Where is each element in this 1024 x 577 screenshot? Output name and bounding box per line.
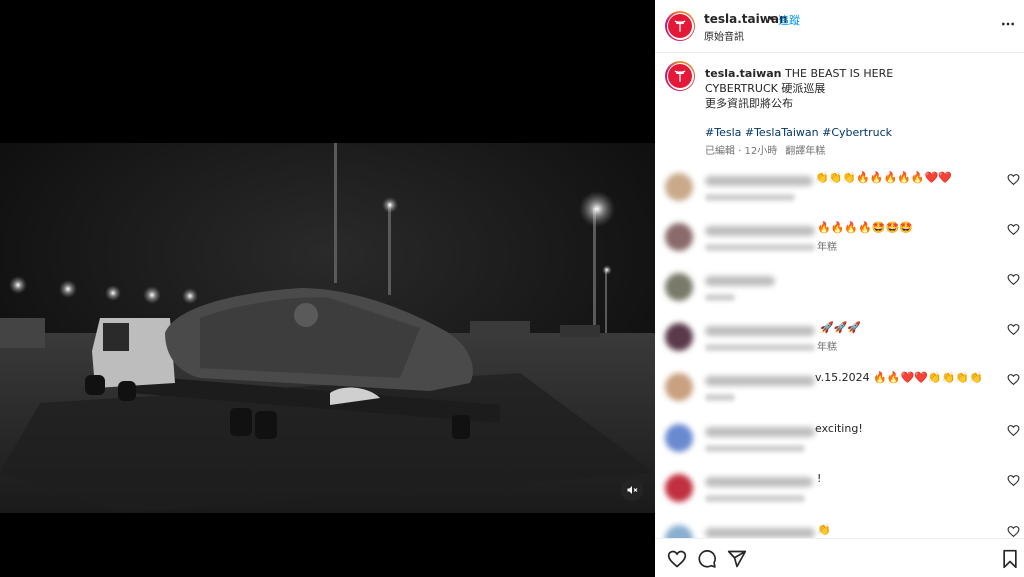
commenter-avatar[interactable] — [665, 323, 693, 351]
heart-icon[interactable] — [1007, 273, 1020, 286]
caption-meta: 已編輯 · 12小時 翻譯年糕 — [705, 142, 825, 157]
share-icon[interactable] — [727, 549, 747, 569]
caption-line-1: THE BEAST IS HERE — [785, 67, 894, 80]
header-avatar[interactable] — [665, 11, 695, 41]
media-area — [0, 0, 655, 576]
heart-icon[interactable] — [1007, 223, 1020, 236]
commenter-avatar[interactable] — [665, 474, 693, 502]
blurred-username — [705, 376, 815, 386]
more-options-icon[interactable] — [1000, 16, 1016, 32]
caption-hashtags[interactable]: #Tesla #TeslaTaiwan #Cybertruck — [705, 125, 1005, 140]
blurred-meta — [705, 294, 735, 301]
blurred-username — [705, 276, 775, 286]
caption-line-2: CYBERTRUCK 硬派巡展 — [705, 82, 826, 95]
speaker-muted-icon — [627, 486, 638, 494]
comment-text: ! — [817, 472, 822, 485]
comment-icon[interactable] — [697, 549, 717, 569]
tesla-logo-icon — [674, 20, 686, 32]
post-header: tesla.taiwan • 追蹤 原始音訊 — [655, 0, 1024, 53]
post-side-panel: tesla.taiwan • 追蹤 原始音訊 tesla.taiwan THE … — [655, 0, 1024, 577]
commenter-avatar[interactable] — [665, 525, 693, 538]
comments-list[interactable]: 👏👏👏🔥🔥🔥🔥🔥❤️❤️ 🔥🔥🔥🔥🤩🤩🤩 年糕 🚀🚀🚀 年糕 v.15.2024… — [655, 163, 1024, 538]
heart-icon[interactable] — [1007, 525, 1020, 538]
comment-text: 👏 — [817, 523, 831, 536]
bookmark-icon[interactable] — [1000, 549, 1020, 569]
blurred-meta — [705, 244, 815, 251]
blurred-meta — [705, 495, 805, 502]
caption-line-3: 更多資訊即將公布 — [705, 97, 793, 110]
caption-text: tesla.taiwan THE BEAST IS HERE CYBERTRUC… — [705, 66, 1005, 140]
comment-translate[interactable]: 年糕 — [817, 238, 837, 253]
audio-label[interactable]: 原始音訊 — [704, 28, 744, 43]
blurred-username — [705, 528, 815, 538]
comment-item: 🔥🔥🔥🔥🤩🤩🤩 年糕 — [655, 221, 1024, 271]
follow-button[interactable]: 追蹤 — [778, 12, 800, 28]
tesla-logo-icon — [674, 70, 686, 82]
blurred-meta — [705, 344, 815, 351]
comment-text: 🚀🚀🚀 — [820, 321, 862, 334]
commenter-avatar[interactable] — [665, 273, 693, 301]
blurred-username — [705, 226, 815, 236]
caption-timestamp: 已編輯 · 12小時 — [705, 146, 778, 157]
caption-avatar[interactable] — [665, 61, 695, 91]
comment-item: 🚀🚀🚀 年糕 — [655, 321, 1024, 371]
comment-text: v.15.2024 🔥🔥❤️❤️👏👏👏👏 — [815, 371, 983, 384]
blurred-meta — [705, 394, 735, 401]
comment-text: exciting! — [815, 422, 863, 435]
comment-translate[interactable]: 年糕 — [817, 338, 837, 353]
translate-link[interactable]: 翻譯年糕 — [785, 146, 825, 157]
blurred-username — [705, 477, 813, 487]
blurred-username — [705, 326, 815, 336]
heart-icon[interactable] — [1007, 173, 1020, 186]
like-heart-icon[interactable] — [667, 549, 687, 569]
caption-username[interactable]: tesla.taiwan — [705, 67, 782, 80]
commenter-avatar[interactable] — [665, 173, 693, 201]
post-actions-bar — [655, 538, 1024, 577]
blurred-meta — [705, 194, 795, 201]
comment-item: 👏 — [655, 523, 1024, 538]
comment-item: v.15.2024 🔥🔥❤️❤️👏👏👏👏 — [655, 371, 1024, 421]
comment-item: 👏👏👏🔥🔥🔥🔥🔥❤️❤️ — [655, 171, 1024, 221]
heart-icon[interactable] — [1007, 424, 1020, 437]
commenter-avatar[interactable] — [665, 223, 693, 251]
comment-text: 🔥🔥🔥🔥🤩🤩🤩 — [817, 221, 913, 234]
blurred-meta — [705, 445, 805, 452]
instagram-post-view: tesla.taiwan • 追蹤 原始音訊 tesla.taiwan THE … — [0, 0, 1024, 577]
blurred-username — [705, 427, 815, 437]
commenter-avatar[interactable] — [665, 373, 693, 401]
comment-text: 👏👏👏🔥🔥🔥🔥🔥❤️❤️ — [815, 171, 952, 184]
post-video[interactable] — [0, 143, 655, 513]
comment-item: exciting! — [655, 422, 1024, 472]
mute-button[interactable] — [621, 479, 643, 501]
comment-item: ! — [655, 472, 1024, 522]
heart-icon[interactable] — [1007, 373, 1020, 386]
blurred-username — [705, 176, 813, 186]
commenter-avatar[interactable] — [665, 424, 693, 452]
comment-item — [655, 271, 1024, 321]
heart-icon[interactable] — [1007, 474, 1020, 487]
heart-icon[interactable] — [1007, 323, 1020, 336]
video-frame — [0, 143, 655, 513]
header-separator: • — [768, 12, 776, 26]
